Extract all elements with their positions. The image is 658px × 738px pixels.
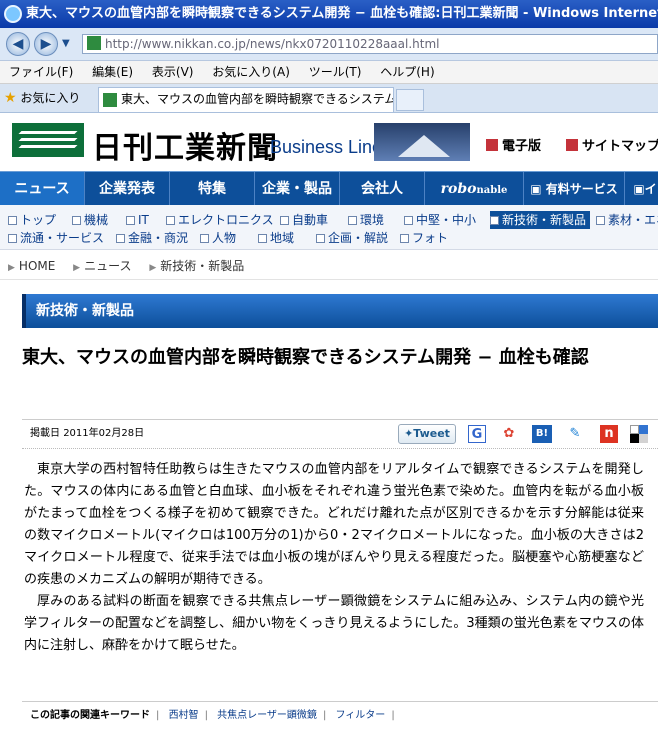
clip-icon[interactable]: ✎: [566, 425, 584, 443]
ie-logo-icon: [4, 4, 22, 23]
tab-title: 東大、マウスの血管内部を瞬時観察できるシステム開...: [121, 92, 394, 106]
article-meta: 掲載日 2011年02月28日 ✦Tweet G ✿ B! ✎ n: [22, 419, 658, 449]
menu-file[interactable]: ファイル(F): [9, 65, 73, 79]
browser-tab[interactable]: 東大、マウスの血管内部を瞬時観察できるシステム開...: [98, 87, 394, 112]
new-tab-button[interactable]: [396, 89, 424, 111]
address-field[interactable]: http://www.nikkan.co.jp/news/nkx07201102…: [82, 34, 658, 54]
keyword-link[interactable]: フィルター: [336, 710, 386, 721]
article-body: 東京大学の西村智特任助教らは生きたマウスの血管内部をリアルタイムで観察できるシス…: [24, 459, 644, 657]
subnav-sme[interactable]: 中堅・中小: [404, 211, 476, 229]
subnav-top[interactable]: トップ: [8, 211, 56, 229]
sitemap-label: サイトマップ: [582, 139, 658, 154]
menu-help[interactable]: ヘルプ(H): [380, 65, 434, 79]
subnav-retail[interactable]: 流通・サービス: [8, 229, 104, 247]
forward-arrow-icon: ▶: [40, 36, 52, 52]
tweet-button[interactable]: ✦Tweet: [398, 424, 456, 444]
breadcrumb-arrow-icon: ▶: [149, 263, 157, 273]
sub-nav: トップ 機械 IT エレクトロニクス 自動車 環境 中堅・中小 新技術・新製品 …: [0, 205, 658, 250]
category-banner: 新技術・新製品: [22, 294, 658, 328]
breadcrumb-current: 新技術・新製品: [160, 259, 245, 273]
breadcrumb-home[interactable]: HOME: [19, 259, 55, 273]
gnav-robonable[interactable]: robonable: [425, 172, 524, 206]
menu-view[interactable]: 表示(V): [152, 65, 194, 79]
site-header: 日刊工業新聞 Business Line 電子版 サイトマップ: [0, 113, 658, 171]
digital-edition-link[interactable]: 電子版: [486, 135, 541, 154]
gnav-feature[interactable]: 特集: [170, 172, 255, 206]
menu-tools[interactable]: ツール(T): [309, 65, 362, 79]
gnav-people[interactable]: 会社人: [340, 172, 425, 206]
hatena-bookmark-icon[interactable]: B!: [532, 425, 552, 443]
more-label: イ: [644, 182, 657, 196]
date-label: 掲載日: [30, 428, 60, 439]
article-paragraph: 厚みのある試料の断面を観察できる共焦点レーザー顕微鏡をシステムに組み込み、システ…: [24, 594, 644, 653]
subnav-people[interactable]: 人物: [200, 229, 236, 247]
subnav-auto[interactable]: 自動車: [280, 211, 328, 229]
menu-favorites[interactable]: お気に入り(A): [212, 65, 290, 79]
subnav-env[interactable]: 環境: [348, 211, 384, 229]
back-button[interactable]: ◀: [6, 32, 30, 56]
tab-bar: ★ お気に入り 東大、マウスの血管内部を瞬時観察できるシステム開...: [0, 84, 658, 113]
menu-edit[interactable]: 編集(E): [92, 65, 133, 79]
forward-button[interactable]: ▶: [34, 32, 58, 56]
subnav-photo[interactable]: フォト: [400, 229, 448, 247]
subnav-machine[interactable]: 機械: [72, 211, 108, 229]
subnav-it[interactable]: IT: [126, 211, 149, 229]
global-nav: ニュース 企業発表 特集 企業・製品 会社人 robonable ▣ 有料サービ…: [0, 171, 658, 206]
robo-label: robo: [440, 181, 477, 197]
star-icon: ★: [4, 90, 17, 106]
nikkan-logo-icon[interactable]: [12, 123, 84, 157]
favorites-label: お気に入り: [20, 91, 81, 105]
menu-bar: ファイル(F) 編集(E) 表示(V) お気に入り(A) ツール(T) ヘルプ(…: [0, 61, 658, 84]
gnav-more[interactable]: ▣イ: [625, 172, 658, 206]
tweet-label: Tweet: [413, 427, 450, 440]
subnav-finance[interactable]: 金融・商況: [116, 229, 188, 247]
digital-edition-icon: [486, 139, 498, 151]
breadcrumb: ▶ HOME ▶ ニュース ▶ 新技術・新製品: [0, 253, 658, 280]
web-page: 日刊工業新聞 Business Line 電子版 サイトマップ ニュース 企業発…: [0, 113, 658, 738]
subnav-region[interactable]: 地域: [258, 229, 294, 247]
article-headline: 東大、マウスの血管内部を瞬時観察できるシステム開発 − 血栓も確認: [22, 347, 589, 368]
google-bookmark-icon[interactable]: G: [468, 425, 486, 443]
breadcrumb-arrow-icon: ▶: [73, 263, 81, 273]
keyword-link[interactable]: 共焦点レーザー顕微鏡: [217, 710, 317, 721]
site-favicon-icon: [87, 36, 101, 50]
address-url: http://www.nikkan.co.jp/news/nkx07201102…: [105, 37, 440, 51]
keywords-label: この記事の関連キーワード: [30, 710, 150, 721]
gnav-news[interactable]: ニュース: [0, 172, 85, 206]
favorites-button[interactable]: ★ お気に入り: [4, 84, 80, 112]
sitemap-icon: [566, 139, 578, 151]
window-title: 東大、マウスの血管内部を瞬時観察できるシステム開発 − 血栓も確認:日刊工業新聞…: [26, 6, 658, 21]
subnav-materials[interactable]: 素材・エネ: [596, 211, 658, 229]
subnav-newtech[interactable]: 新技術・新製品: [490, 211, 591, 229]
paid-service-label: 有料サービス: [545, 182, 618, 196]
social-share-icon[interactable]: ✿: [500, 425, 518, 443]
subnav-electronics[interactable]: エレクトロニクス: [166, 211, 274, 229]
breadcrumb-news[interactable]: ニュース: [84, 259, 131, 273]
back-arrow-icon: ◀: [12, 36, 24, 52]
article-paragraph: 東京大学の西村智特任助教らは生きたマウスの血管内部をリアルタイムで観察できるシス…: [24, 462, 644, 587]
article-date: 2011年02月28日: [63, 428, 145, 439]
gnav-press[interactable]: 企業発表: [85, 172, 170, 206]
nable-label: nable: [476, 185, 508, 196]
mount-fuji-image: [374, 123, 470, 161]
site-tagline: Business Line: [270, 137, 383, 157]
sitemap-link[interactable]: サイトマップ: [566, 135, 658, 154]
gnav-paid-service[interactable]: ▣ 有料サービス: [524, 172, 625, 206]
gnav-products[interactable]: 企業・製品: [255, 172, 340, 206]
related-keywords: この記事の関連キーワード | 西村智 | 共焦点レーザー顕微鏡 | フィルター |: [22, 701, 658, 730]
newsing-icon[interactable]: n: [600, 425, 618, 443]
window-titlebar: 東大、マウスの血管内部を瞬時観察できるシステム開発 − 血栓も確認:日刊工業新聞…: [0, 0, 658, 28]
delicious-icon[interactable]: [630, 425, 648, 443]
address-toolbar: ◀ ▶ ▼ http://www.nikkan.co.jp/news/nkx07…: [0, 28, 658, 61]
keyword-link[interactable]: 西村智: [169, 710, 199, 721]
twitter-bird-icon: ✦: [404, 427, 414, 440]
breadcrumb-arrow-icon: ▶: [8, 263, 15, 273]
history-dropdown-icon[interactable]: ▼: [62, 38, 70, 49]
site-logo-text[interactable]: 日刊工業新聞: [92, 123, 278, 167]
tab-favicon-icon: [103, 92, 117, 107]
digital-edition-label: 電子版: [502, 139, 542, 154]
subnav-planning[interactable]: 企画・解説: [316, 229, 388, 247]
